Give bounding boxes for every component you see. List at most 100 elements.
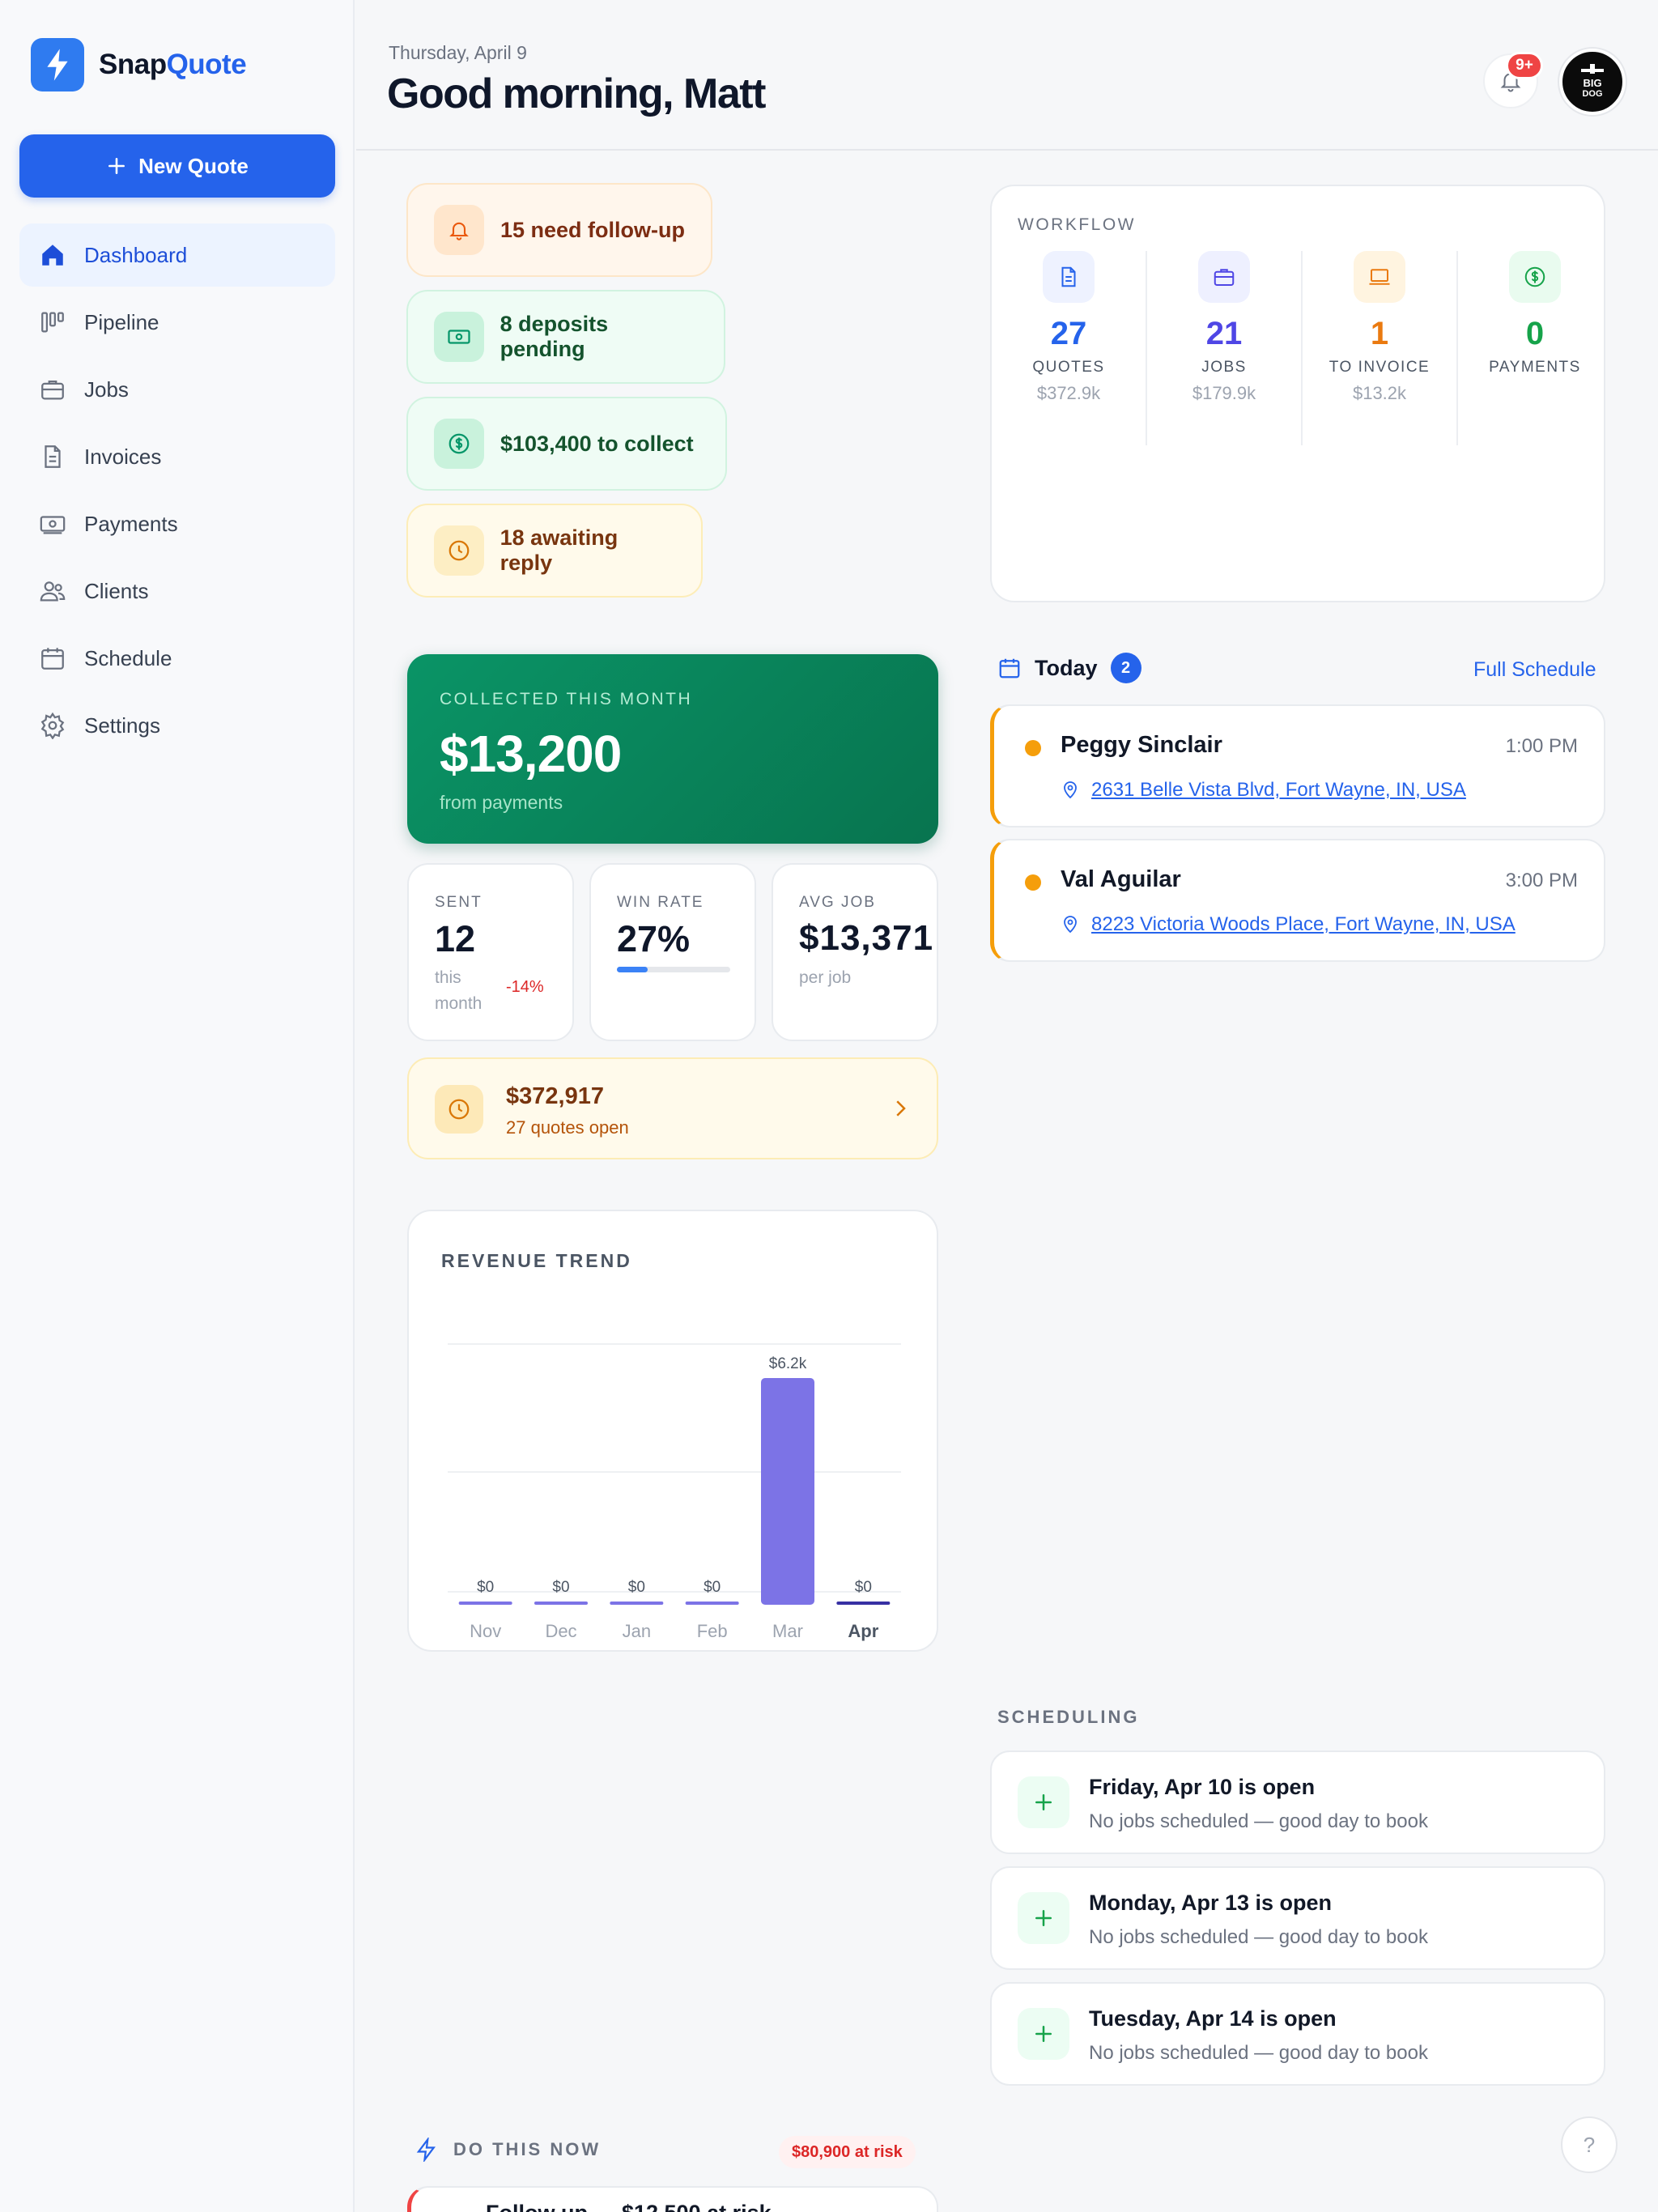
chart-bar[interactable] <box>458 1602 512 1605</box>
plus-icon <box>106 155 127 177</box>
sidebar-item-label: Schedule <box>84 645 172 670</box>
x-tick-label: Dec <box>545 1621 576 1641</box>
open-day-slot[interactable]: Monday, Apr 13 is open No jobs scheduled… <box>990 1866 1605 1970</box>
sidebar-item-label: Clients <box>84 578 149 603</box>
alert-label: $103,400 to collect <box>500 431 694 456</box>
document-icon <box>39 443 66 470</box>
chart-bar[interactable] <box>836 1602 891 1605</box>
workflow-money: $13.2k <box>1352 383 1407 403</box>
avatar[interactable]: BIG DOG <box>1559 49 1626 115</box>
workflow-money: $179.9k <box>1192 383 1256 403</box>
sidebar-item-dashboard[interactable]: Dashboard <box>19 223 335 287</box>
calendar-icon <box>39 644 66 672</box>
users-icon <box>39 577 66 605</box>
workflow-payments[interactable]: 0 PAYMENTS <box>1458 251 1612 445</box>
status-dot <box>1025 874 1041 891</box>
document-icon <box>1043 251 1095 303</box>
workflow-to-invoice[interactable]: 1 TO INVOICE $13.2k <box>1303 251 1456 445</box>
stat-value: 27% <box>617 918 691 959</box>
new-quote-button[interactable]: New Quote <box>19 134 335 198</box>
chevron-right-icon <box>888 1096 912 1121</box>
x-tick-label: Feb <box>697 1621 728 1641</box>
workflow-jobs[interactable]: 21 JOBS $179.9k <box>1147 251 1301 445</box>
appointment-card[interactable]: Val Aguilar 3:00 PM 8223 Victoria Woods … <box>990 839 1605 962</box>
address-text: 2631 Belle Vista Blvd, Fort Wayne, IN, U… <box>1091 779 1466 801</box>
app-name: SnapQuote <box>99 49 247 80</box>
sidebar-item-label: Pipeline <box>84 309 159 334</box>
scheduling-label: SCHEDULING <box>997 1707 1140 1727</box>
stat-sub: per job <box>799 968 852 987</box>
notification-badge: 9+ <box>1506 52 1543 79</box>
win-rate-stat-card[interactable]: WIN RATE 27% <box>589 863 756 1041</box>
appointment-address-link[interactable]: 8223 Victoria Woods Place, Fort Wayne, I… <box>1061 913 1516 936</box>
slot-title: Monday, Apr 13 is open <box>1089 1891 1333 1915</box>
sidebar-item-schedule[interactable]: Schedule <box>19 627 335 690</box>
app-logo[interactable]: SnapQuote <box>31 38 247 91</box>
workflow-number: 21 <box>1205 316 1243 351</box>
workflow-name: QUOTES <box>1032 359 1105 376</box>
open-day-slot[interactable]: Friday, Apr 10 is open No jobs scheduled… <box>990 1750 1605 1854</box>
open-quotes-sub: 27 quotes open <box>506 1117 629 1138</box>
workflow-name: PAYMENTS <box>1489 359 1581 376</box>
plus-icon <box>1018 2008 1069 2060</box>
appointment-name: Peggy Sinclair <box>1061 732 1222 758</box>
help-button[interactable]: ? <box>1561 2116 1618 2173</box>
workflow-number: 1 <box>1370 316 1389 351</box>
chart-bar[interactable] <box>610 1602 664 1605</box>
sidebar-item-jobs[interactable]: Jobs <box>19 358 335 421</box>
follow-up-alert[interactable]: 15 need follow-up <box>406 183 712 277</box>
to-collect-alert[interactable]: $103,400 to collect <box>406 397 727 491</box>
action-item-card[interactable]: Follow up — $12,500 at risk <box>407 2186 938 2212</box>
stat-sub: this month <box>435 968 483 1013</box>
clock-icon <box>435 1085 483 1134</box>
chart-bar[interactable] <box>534 1602 588 1605</box>
workflow-name: TO INVOICE <box>1329 359 1431 376</box>
bar-value-label: $0 <box>704 1579 721 1596</box>
sent-stat-card[interactable]: SENT 12 this month -14% <box>407 863 574 1041</box>
workflow-money: $372.9k <box>1036 383 1101 403</box>
banknote-icon <box>39 510 66 538</box>
avg-job-stat-card[interactable]: AVG JOB $13,371 per job <box>772 863 938 1041</box>
do-this-now-header: DO THIS NOW <box>414 2138 601 2162</box>
bar-value-label: $0 <box>855 1579 872 1596</box>
open-quotes-card[interactable]: $372,917 27 quotes open <box>407 1057 938 1159</box>
collected-amount: $13,200 <box>440 725 622 783</box>
workflow-number: 0 <box>1525 316 1545 351</box>
briefcase-icon <box>39 376 66 403</box>
pipeline-icon <box>39 308 66 336</box>
deposits-pending-alert[interactable]: 8 deposits pending <box>406 290 725 384</box>
chart-bar[interactable] <box>761 1378 814 1605</box>
sidebar-item-label: Settings <box>84 713 160 738</box>
stat-delta: -14% <box>506 978 544 996</box>
sidebar-item-invoices[interactable]: Invoices <box>19 425 335 488</box>
today-title: Today <box>1035 655 1098 680</box>
lightning-icon <box>414 2138 439 2162</box>
company-logo-icon: BIG DOG <box>1581 64 1604 99</box>
laptop-icon <box>1354 251 1405 303</box>
map-pin-icon <box>1061 781 1080 800</box>
clock-icon <box>434 525 484 576</box>
full-schedule-link[interactable]: Full Schedule <box>1473 658 1596 682</box>
sidebar-item-clients[interactable]: Clients <box>19 559 335 623</box>
revenue-chart: $0 Nov $0 Dec $0 Jan $0 Feb $6.2k Mar $0 Apr <box>448 1343 901 1641</box>
awaiting-reply-alert[interactable]: 18 awaiting reply <box>406 504 703 598</box>
lightning-icon <box>31 38 84 91</box>
sidebar-item-label: Jobs <box>84 376 129 402</box>
sidebar-item-payments[interactable]: Payments <box>19 492 335 555</box>
action-item-text: Follow up — $12,500 at risk <box>486 2201 772 2212</box>
collected-this-month-card[interactable]: COLLECTED THIS MONTH $13,200 from paymen… <box>407 654 938 844</box>
sidebar-item-pipeline[interactable]: Pipeline <box>19 291 335 354</box>
bell-icon <box>434 205 484 255</box>
slot-title: Friday, Apr 10 is open <box>1089 1775 1316 1799</box>
chart-bar[interactable] <box>685 1602 739 1605</box>
sidebar: SnapQuote New Quote Dashboard Pipeline J… <box>0 0 355 2212</box>
sidebar-item-settings[interactable]: Settings <box>19 694 335 757</box>
appointment-address-link[interactable]: 2631 Belle Vista Blvd, Fort Wayne, IN, U… <box>1061 779 1466 802</box>
workflow-number: 27 <box>1050 316 1087 351</box>
stat-value: 12 <box>435 918 476 959</box>
do-this-now-label: DO THIS NOW <box>453 2139 602 2159</box>
win-rate-progress-fill <box>617 967 648 972</box>
workflow-quotes[interactable]: 27 QUOTES $372.9k <box>992 251 1146 445</box>
open-day-slot[interactable]: Tuesday, Apr 14 is open No jobs schedule… <box>990 1982 1605 2086</box>
appointment-card[interactable]: Peggy Sinclair 1:00 PM 2631 Belle Vista … <box>990 704 1605 827</box>
